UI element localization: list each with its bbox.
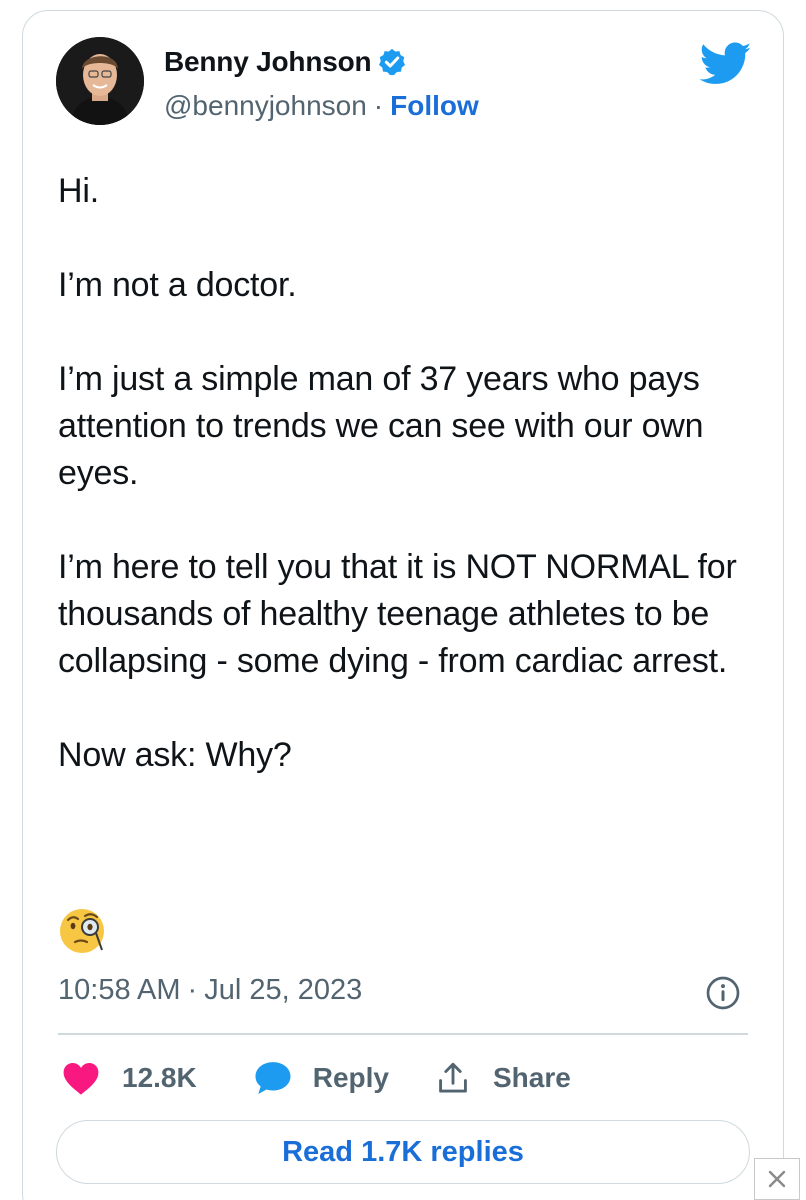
tweet-paragraph-2: I’m not a doctor.	[58, 266, 297, 304]
author-display-name[interactable]: Benny Johnson	[164, 46, 407, 78]
tweet-paragraph-1: Hi.	[58, 172, 99, 210]
tweet-time: 10:58 AM	[58, 974, 181, 1006]
verified-badge-icon	[377, 47, 407, 77]
read-replies-button[interactable]: Read 1.7K replies	[56, 1120, 750, 1184]
close-icon	[765, 1167, 789, 1191]
reply-label: Reply	[312, 1062, 389, 1093]
tweet-text: Hi. I’m not a doctor. I’m just a simple …	[58, 168, 758, 779]
share-label: Share	[492, 1062, 571, 1093]
tweet-paragraph-5: Now ask: Why?	[58, 736, 292, 774]
tweet-paragraph-3: I’m just a simple man of 37 years who pa…	[58, 360, 704, 492]
twitter-bird-icon[interactable]	[700, 42, 752, 86]
share-button[interactable]: Share	[437, 1061, 571, 1095]
divider	[58, 1033, 748, 1035]
author-handle[interactable]: @bennyjohnson	[164, 90, 367, 122]
reply-bubble-icon	[253, 1059, 293, 1097]
tweet-date: Jul 25, 2023	[204, 974, 363, 1006]
like-button[interactable]: 12.8K	[62, 1060, 197, 1096]
heart-icon	[62, 1060, 100, 1096]
handle-row: @bennyjohnson · Follow	[164, 90, 479, 122]
timestamp-separator: ·	[187, 974, 198, 1006]
author-name-text: Benny Johnson	[164, 46, 372, 77]
like-count: 12.8K	[122, 1062, 197, 1093]
tweet-paragraph-4: I’m here to tell you that it is NOT NORM…	[58, 548, 737, 680]
avatar[interactable]	[56, 37, 144, 125]
share-icon	[437, 1061, 469, 1095]
follow-link[interactable]: Follow	[390, 90, 479, 122]
handle-separator: ·	[373, 90, 384, 121]
reply-button[interactable]: Reply	[253, 1059, 389, 1097]
close-button[interactable]	[754, 1158, 800, 1200]
tweet-actions: 12.8K Reply Share	[62, 1056, 571, 1100]
info-icon[interactable]	[705, 975, 741, 1011]
face-with-monocle-icon	[58, 904, 110, 956]
timestamp[interactable]: 10:58 AM · Jul 25, 2023	[58, 974, 362, 1007]
